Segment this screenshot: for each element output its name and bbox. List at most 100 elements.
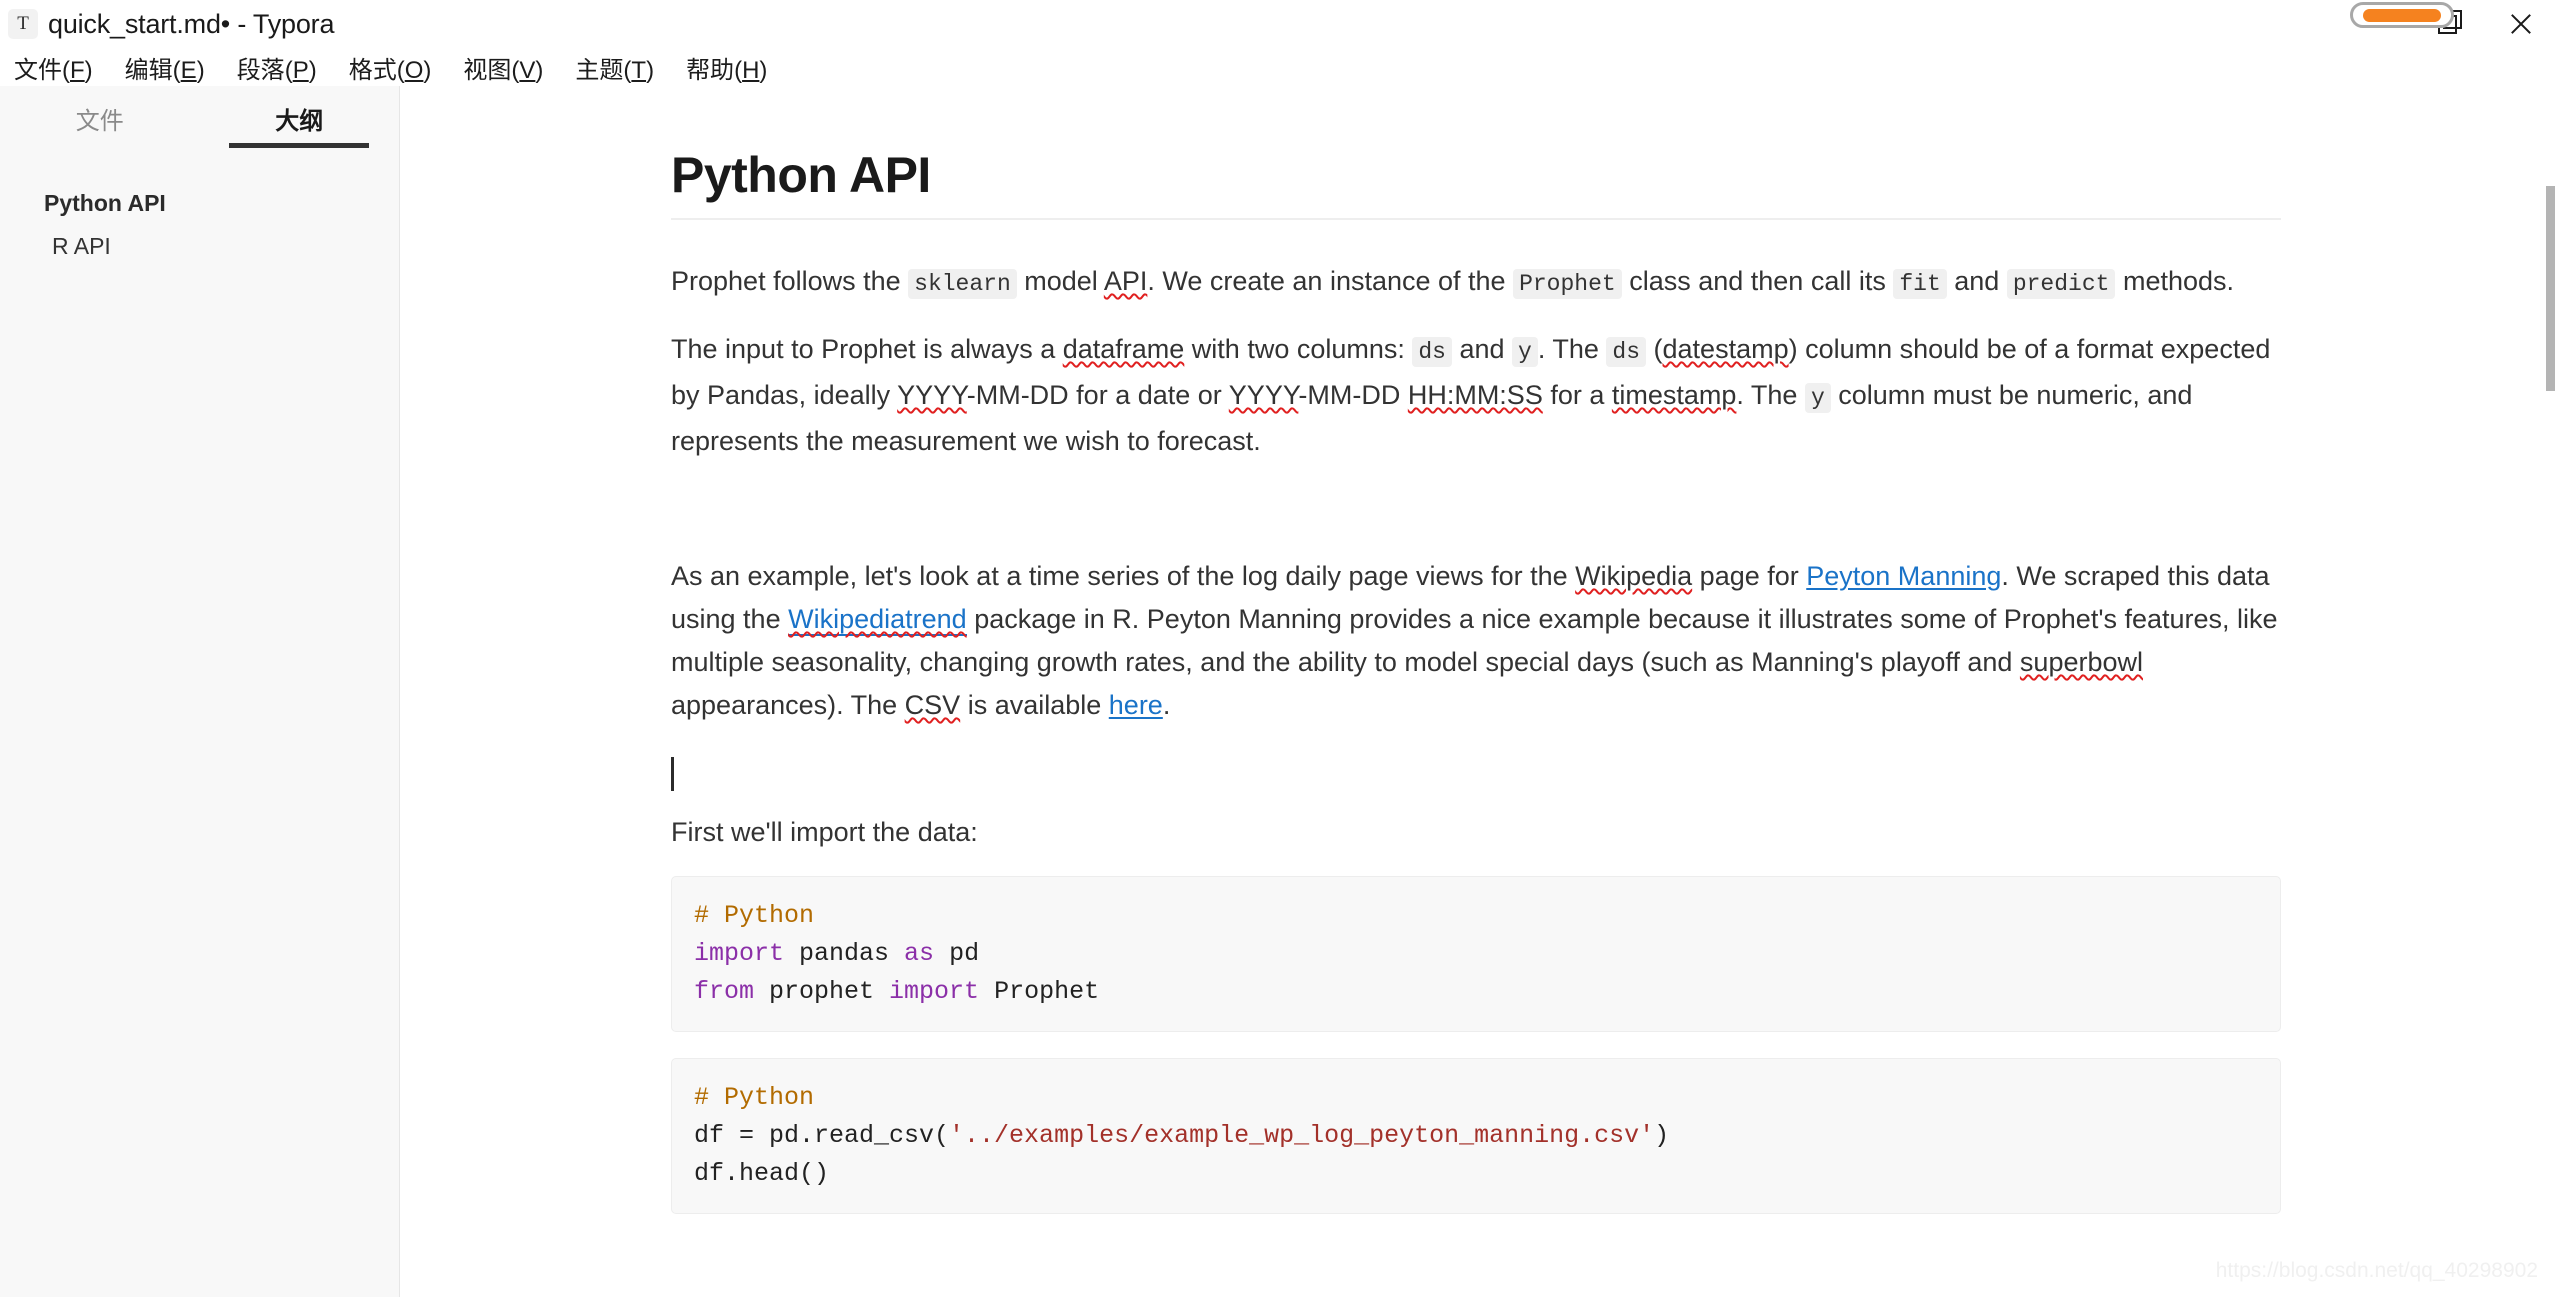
sidebar-tab-outline[interactable]: 大纲 <box>200 86 400 158</box>
menu-label: 格式 <box>349 57 397 84</box>
cursor-highlight-fill <box>2363 9 2441 22</box>
menu-label: 文件 <box>14 57 62 84</box>
link-here[interactable]: here <box>1109 690 1163 720</box>
code-block-imports[interactable]: # Python import pandas as pd from prophe… <box>671 876 2281 1032</box>
menu-mnemonic: P <box>293 57 309 84</box>
paragraph-prophet-api: Prophet follows the sklearn model API. W… <box>671 260 2281 306</box>
outline-item-r-api[interactable]: R API <box>0 225 399 268</box>
cursor-highlight-overlay <box>2350 2 2454 28</box>
text-run: ( <box>1646 334 1663 364</box>
menu-label: 编辑 <box>125 57 173 84</box>
inline-code-y: y <box>1512 337 1538 367</box>
text-run: and <box>1947 266 2007 296</box>
inline-code-prophet: Prophet <box>1513 269 1622 299</box>
menu-label: 帮助 <box>686 57 734 84</box>
spellcheck-word-timestamp: timestamp <box>1612 380 1737 410</box>
document-body[interactable]: Python API Prophet follows the sklearn m… <box>671 86 2281 1214</box>
text-run: . We create an instance of the <box>1147 266 1513 296</box>
spellcheck-word-dataframe: dataframe <box>1063 334 1185 364</box>
window-title: quick_start.md• - Typora <box>48 9 334 40</box>
code-token-keyword: import <box>889 977 979 1006</box>
code-block-read-csv[interactable]: # Python df = pd.read_csv('../examples/e… <box>671 1058 2281 1214</box>
menu-item-paragraph[interactable]: 段落(P) <box>237 50 317 85</box>
text-run: Prophet follows the <box>671 266 908 296</box>
text-run: class and then call its <box>1622 266 1894 296</box>
menu-item-theme[interactable]: 主题(T) <box>575 50 654 85</box>
code-token-comment: # Python <box>694 1083 814 1112</box>
menu-label: 主题 <box>575 57 623 84</box>
text-run: . <box>1163 690 1171 720</box>
page-title-text: Python API <box>671 147 931 203</box>
text-run: -MM-DD for a date or <box>967 380 1229 410</box>
vertical-scrollbar[interactable] <box>2544 86 2558 1297</box>
scrollbar-thumb[interactable] <box>2546 186 2555 391</box>
code-token-plain: prophet <box>754 977 889 1006</box>
code-token-string: '../examples/example_wp_log_peyton_manni… <box>949 1121 1654 1150</box>
text-run: The input to Prophet is always a <box>671 334 1063 364</box>
spellcheck-word-datestamp: datestamp <box>1663 334 1789 364</box>
menu-mnemonic: T <box>631 57 646 84</box>
menu-item-format[interactable]: 格式(O) <box>349 50 432 85</box>
menu-item-file[interactable]: 文件(F) <box>14 50 93 85</box>
empty-line-with-caret[interactable] <box>671 749 2281 811</box>
app-logo-letter: T <box>17 13 29 35</box>
code-token-keyword: from <box>694 977 754 1006</box>
code-token-keyword: import <box>694 939 784 968</box>
text-run: for a <box>1543 380 1612 410</box>
menu-mnemonic: E <box>181 57 197 84</box>
text-run: and <box>1452 334 1512 364</box>
inline-code-predict: predict <box>2007 269 2116 299</box>
text-run: model <box>1017 266 1104 296</box>
menu-label: 视图 <box>463 57 511 84</box>
menu-mnemonic: O <box>405 57 424 84</box>
menu-item-edit[interactable]: 编辑(E) <box>125 50 205 85</box>
code-token-plain: pandas <box>784 939 904 968</box>
menu-item-help[interactable]: 帮助(H) <box>686 50 767 85</box>
close-icon <box>2508 11 2534 37</box>
code-token-plain: pd <box>934 939 979 968</box>
menu-item-view[interactable]: 视图(V) <box>463 50 543 85</box>
close-button[interactable] <box>2484 0 2558 48</box>
text-run: methods. <box>2115 266 2234 296</box>
menu-bar: 文件(F) 编辑(E) 段落(P) 格式(O) 视图(V) 主题(T) 帮助(H… <box>0 48 2558 86</box>
text-run: As an example, let's look at a time seri… <box>671 561 1575 591</box>
page-title: Python API <box>671 146 2281 220</box>
menu-mnemonic: H <box>742 57 759 84</box>
spellcheck-word-yyyy-1: YYYY <box>897 380 967 410</box>
text-caret <box>671 757 674 791</box>
menu-mnemonic: F <box>70 57 85 84</box>
text-run: . The <box>1538 334 1607 364</box>
code-token-plain: df.head() <box>694 1159 829 1188</box>
title-bar: T quick_start.md• - Typora <box>0 0 2558 48</box>
outline-item-python-api[interactable]: Python API <box>0 182 399 225</box>
code-token-plain: Prophet <box>979 977 1099 1006</box>
inline-code-fit: fit <box>1893 269 1946 299</box>
text-run: appearances). The <box>671 690 905 720</box>
editor-pane[interactable]: Python API Prophet follows the sklearn m… <box>401 86 2558 1297</box>
inline-code-ds-2: ds <box>1606 337 1646 367</box>
inline-code-ds: ds <box>1412 337 1452 367</box>
sidebar: 文件 大纲 Python API R API <box>0 86 400 1297</box>
menu-label: 段落 <box>237 57 285 84</box>
sidebar-tab-files[interactable]: 文件 <box>0 86 200 158</box>
paragraph-wikipedia-example: As an example, let's look at a time seri… <box>671 555 2281 727</box>
watermark-text: https://blog.csdn.net/qq_40298902 <box>2216 1259 2538 1283</box>
text-run: is available <box>960 690 1109 720</box>
spellcheck-word-api: API <box>1104 266 1148 296</box>
text-run: . The <box>1736 380 1805 410</box>
spellcheck-word-csv: CSV <box>905 690 961 720</box>
inline-code-sklearn: sklearn <box>908 269 1017 299</box>
outline-list: Python API R API <box>0 182 399 268</box>
link-peyton-manning[interactable]: Peyton Manning <box>1806 561 2001 591</box>
link-wikipediatrend[interactable]: Wikipediatrend <box>788 604 967 636</box>
text-run: page for <box>1692 561 1806 591</box>
text-run: -MM-DD <box>1298 380 1407 410</box>
spellcheck-word-hhmmss: HH:MM:SS <box>1408 380 1543 410</box>
code-token-plain: df = pd.read_csv( <box>694 1121 949 1150</box>
spellcheck-word-wikipedia: Wikipedia <box>1575 561 1692 591</box>
paragraph-dataframe-input: The input to Prophet is always a datafra… <box>671 328 2281 463</box>
text-run: with two columns: <box>1184 334 1412 364</box>
paragraph-first-import: First we'll import the data: <box>671 811 2281 854</box>
spellcheck-word-superbowl: superbowl <box>2020 647 2143 677</box>
spellcheck-word-yyyy-2: YYYY <box>1229 380 1299 410</box>
